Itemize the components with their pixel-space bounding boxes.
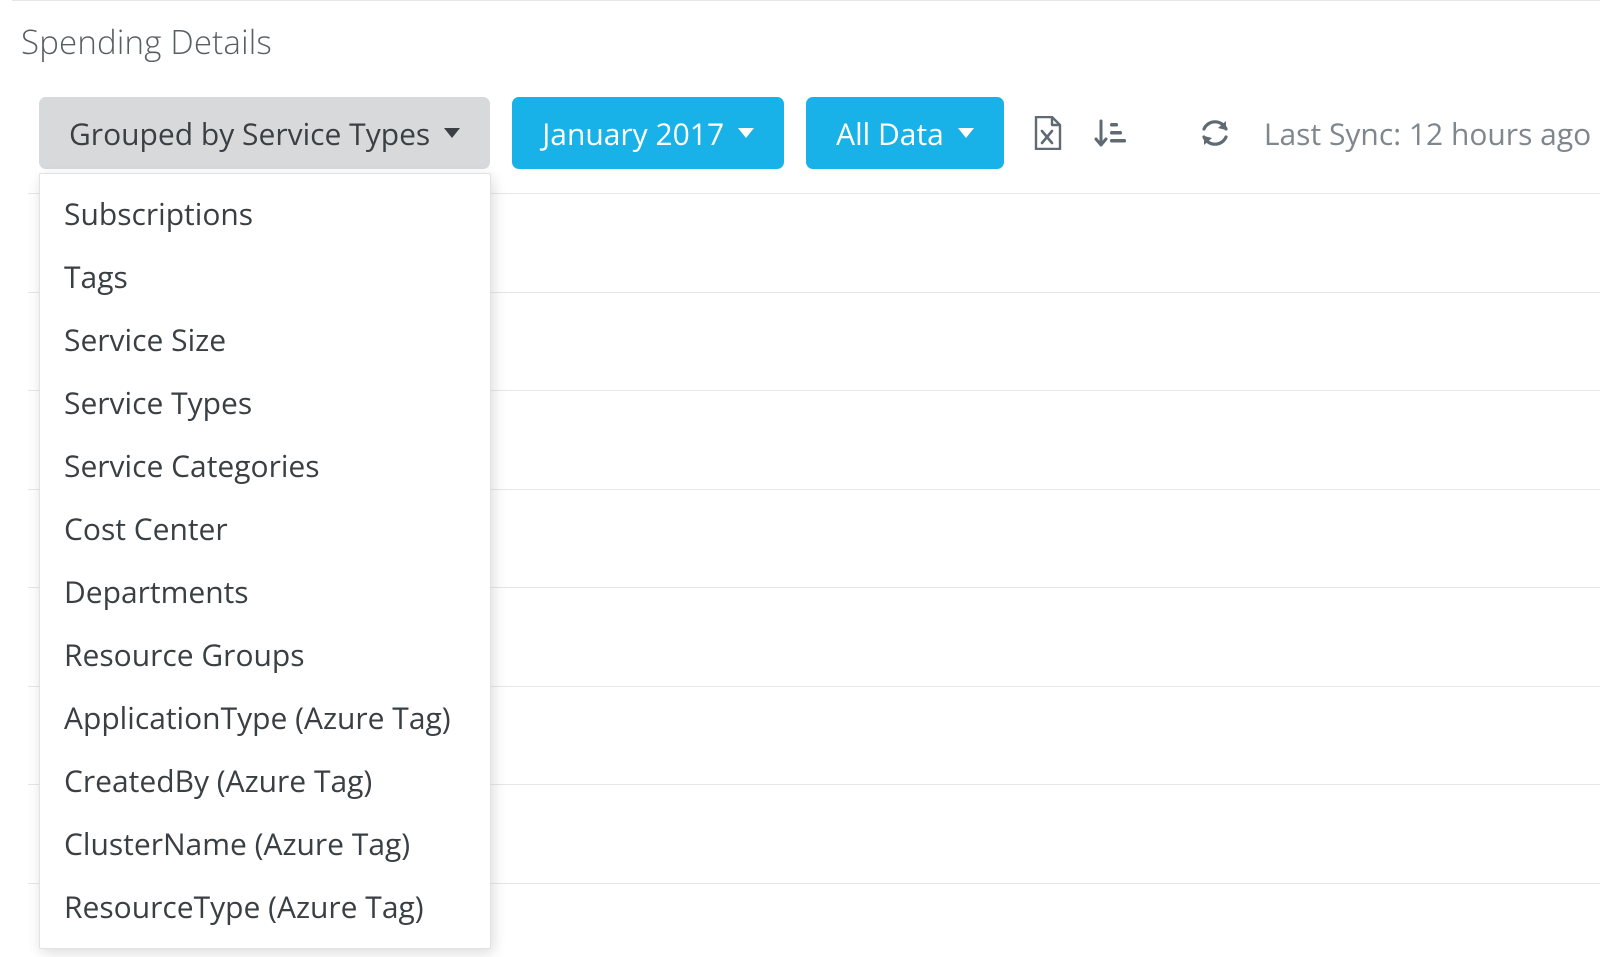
group-by-option-cost-center[interactable]: Cost Center bbox=[40, 497, 490, 560]
group-by-option-resource-groups[interactable]: Resource Groups bbox=[40, 623, 490, 686]
group-by-option-service-categories[interactable]: Service Categories bbox=[40, 434, 490, 497]
group-by-option-subscriptions[interactable]: Subscriptions bbox=[40, 182, 490, 245]
group-by-option-createdby-tag[interactable]: CreatedBy (Azure Tag) bbox=[40, 749, 490, 812]
group-by-option-tags[interactable]: Tags bbox=[40, 245, 490, 308]
group-by-dropdown-button[interactable]: Grouped by Service Types bbox=[39, 97, 490, 169]
caret-down-icon bbox=[738, 128, 754, 138]
data-filter-dropdown-button[interactable]: All Data bbox=[806, 97, 1004, 169]
group-by-option-resourcetype-tag[interactable]: ResourceType (Azure Tag) bbox=[40, 875, 490, 938]
group-by-option-clustername-tag[interactable]: ClusterName (Azure Tag) bbox=[40, 812, 490, 875]
group-by-dropdown-menu: Subscriptions Tags Service Size Service … bbox=[39, 173, 491, 949]
group-by-option-departments[interactable]: Departments bbox=[40, 560, 490, 623]
group-by-option-service-types[interactable]: Service Types bbox=[40, 371, 490, 434]
refresh-icon[interactable] bbox=[1194, 112, 1236, 154]
group-by-option-service-size[interactable]: Service Size bbox=[40, 308, 490, 371]
last-sync-text: Last Sync: 12 hours ago bbox=[1264, 113, 1591, 154]
data-filter-label: All Data bbox=[836, 113, 944, 154]
date-range-label: January 2017 bbox=[542, 113, 724, 154]
group-by-label: Grouped by Service Types bbox=[69, 113, 430, 154]
page-title: Spending Details bbox=[21, 19, 272, 64]
caret-down-icon bbox=[444, 128, 460, 138]
group-by-option-applicationtype-tag[interactable]: ApplicationType (Azure Tag) bbox=[40, 686, 490, 749]
export-excel-icon[interactable] bbox=[1026, 112, 1068, 154]
date-range-dropdown-button[interactable]: January 2017 bbox=[512, 97, 784, 169]
sort-icon[interactable] bbox=[1090, 112, 1132, 154]
caret-down-icon bbox=[958, 128, 974, 138]
toolbar: Grouped by Service Types January 2017 Al… bbox=[39, 97, 1591, 169]
